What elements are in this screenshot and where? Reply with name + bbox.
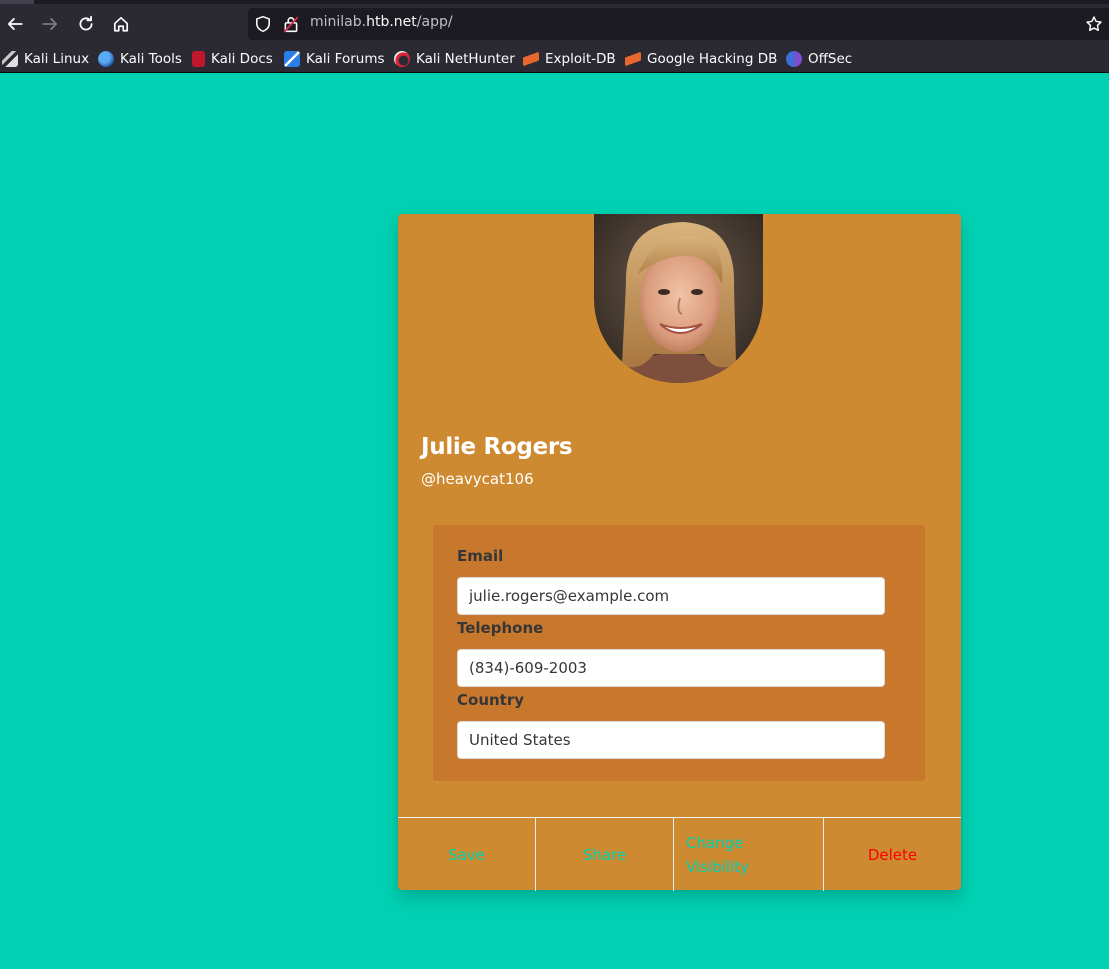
arrow-left-icon — [7, 18, 23, 30]
card-footer: Save Share Change Visibility Delete — [398, 817, 961, 891]
arrow-right-icon — [42, 18, 58, 30]
offsec-icon — [786, 51, 802, 67]
telephone-field[interactable] — [457, 649, 885, 687]
url-text[interactable]: minilab.htb.net/app/ — [310, 14, 453, 30]
back-button[interactable] — [0, 9, 30, 39]
bookmark-star-icon[interactable] — [1085, 15, 1103, 33]
url-prefix: minilab. — [310, 14, 367, 30]
bookmark-label: Google Hacking DB — [647, 51, 778, 67]
address-bar[interactable]: minilab.htb.net/app/ — [248, 8, 1109, 40]
change-visibility-label: Change Visibility — [686, 831, 749, 879]
change-visibility-line2: Visibility — [686, 857, 749, 876]
bookmark-label: Kali Docs — [211, 51, 273, 67]
share-button[interactable]: Share — [536, 818, 674, 891]
shield-icon[interactable] — [254, 15, 272, 33]
kali-forums-icon — [284, 51, 300, 67]
forward-button[interactable] — [35, 9, 65, 39]
kali-dragon-icon — [2, 51, 18, 67]
save-button[interactable]: Save — [398, 818, 536, 891]
email-label: Email — [457, 547, 504, 565]
bookmark-label: Kali NetHunter — [416, 51, 515, 67]
bookmark-offsec[interactable]: OffSec — [786, 50, 852, 68]
bookmark-label: OffSec — [808, 51, 853, 67]
telephone-label: Telephone — [457, 619, 544, 637]
delete-button[interactable]: Delete — [824, 818, 961, 891]
bookmark-kali-linux[interactable]: Kali Linux — [2, 50, 89, 68]
bookmark-kali-docs[interactable]: Kali Docs — [192, 50, 273, 68]
bookmark-label: Kali Linux — [24, 51, 90, 67]
country-label: Country — [457, 691, 525, 709]
active-tab-indicator — [0, 0, 34, 4]
profile-photo — [594, 214, 763, 383]
url-path: /app/ — [416, 14, 453, 30]
url-host: htb.net — [366, 14, 417, 30]
email-field[interactable] — [457, 577, 885, 615]
browser-toolbar: minilab.htb.net/app/ — [0, 0, 1109, 46]
profile-name: Julie Rogers — [421, 434, 573, 460]
bookmark-kali-nethunter[interactable]: Kali NetHunter — [394, 50, 515, 68]
reload-button[interactable] — [71, 9, 101, 39]
avatar — [594, 214, 763, 383]
profile-handle: @heavycat106 — [421, 470, 534, 488]
contact-info-box: Email Telephone Country — [433, 525, 925, 781]
ghdb-icon — [625, 51, 641, 67]
bookmark-kali-forums[interactable]: Kali Forums — [284, 50, 385, 68]
tab-strip — [0, 0, 1109, 4]
profile-card: Julie Rogers @heavycat106 Email Telephon… — [398, 214, 961, 891]
change-visibility-button[interactable]: Change Visibility — [674, 818, 824, 891]
insecure-lock-icon[interactable] — [282, 15, 300, 33]
exploit-db-icon — [523, 51, 539, 67]
bookmark-label: Exploit-DB — [545, 51, 616, 67]
home-button[interactable] — [106, 9, 136, 39]
bookmarks-bar: Kali Linux Kali Tools Kali Docs Kali For… — [0, 46, 1109, 73]
change-visibility-line1: Change — [686, 833, 744, 852]
page-content: Julie Rogers @heavycat106 Email Telephon… — [0, 73, 1109, 969]
kali-nethunter-icon — [394, 51, 410, 67]
kali-tools-icon — [98, 51, 114, 67]
reload-icon — [79, 15, 93, 31]
bookmark-google-hacking-db[interactable]: Google Hacking DB — [625, 50, 777, 68]
country-field[interactable] — [457, 721, 885, 759]
bookmark-label: Kali Tools — [120, 51, 182, 67]
bookmark-exploit-db[interactable]: Exploit-DB — [523, 50, 616, 68]
bookmark-kali-tools[interactable]: Kali Tools — [98, 50, 182, 68]
bookmark-label: Kali Forums — [306, 51, 385, 67]
home-icon — [113, 16, 129, 32]
kali-docs-icon — [192, 51, 205, 67]
